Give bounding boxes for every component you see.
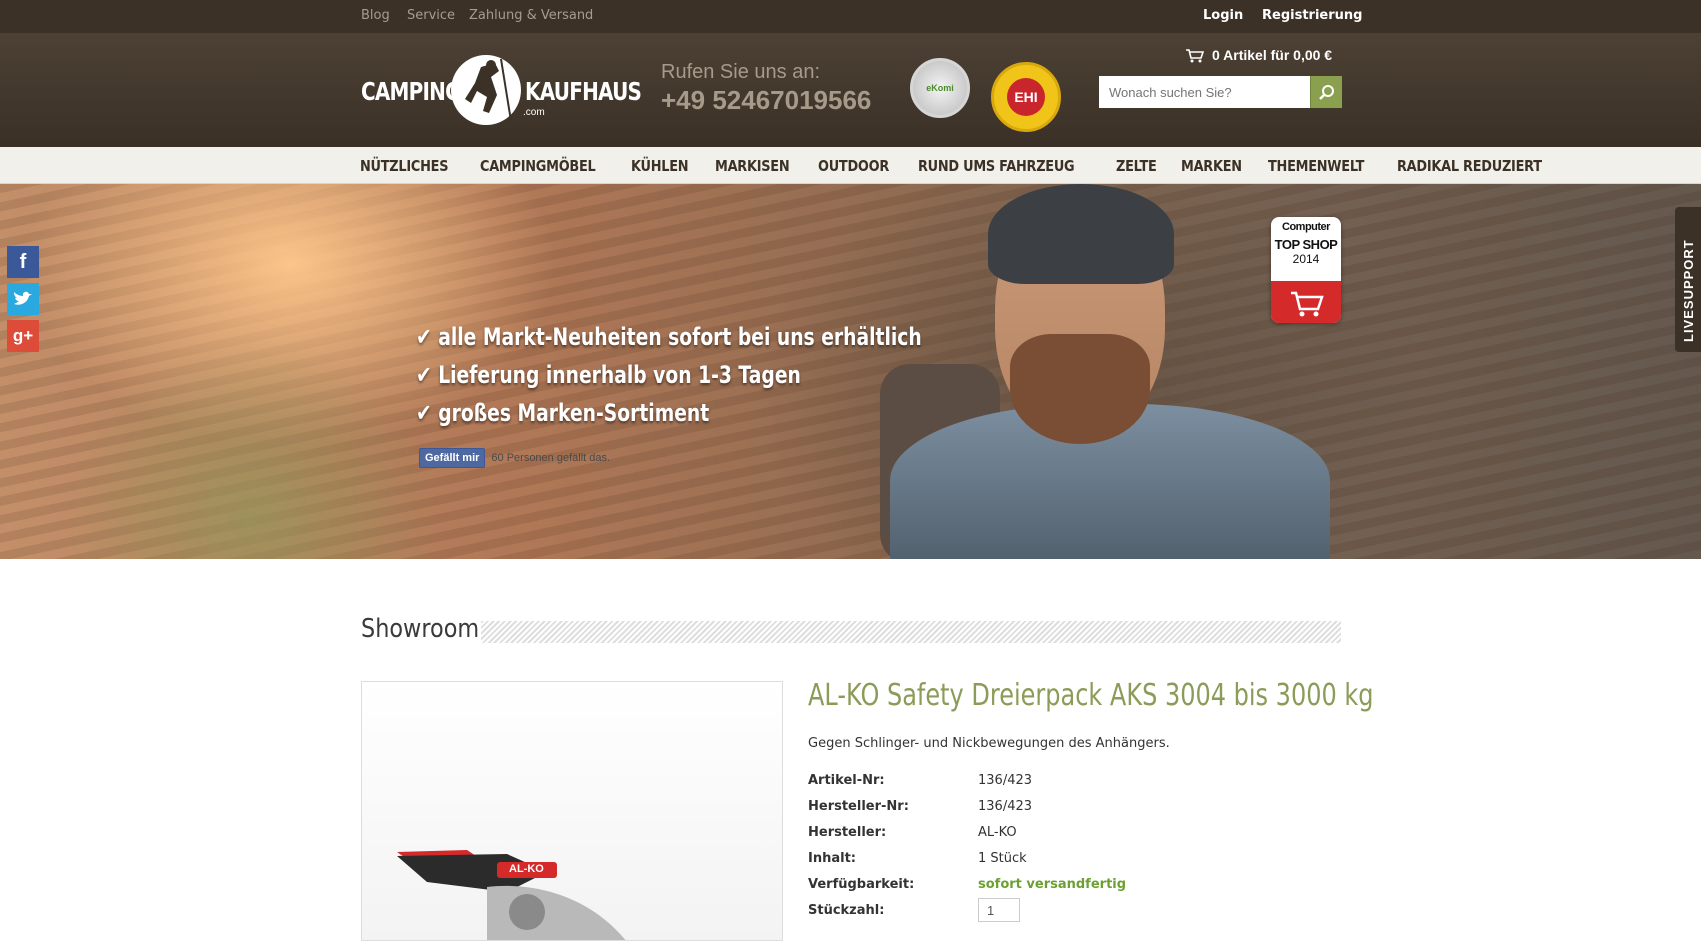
search-button[interactable] (1310, 76, 1342, 108)
spec-row: Verfügbarkeit: sofort versandfertig (808, 871, 1126, 897)
twitter-icon[interactable] (7, 283, 39, 315)
shipping-link[interactable]: Zahlung & Versand (469, 8, 593, 23)
ehi-badge[interactable]: EHI (991, 62, 1061, 132)
search-icon (1318, 85, 1334, 100)
nav-item-kuehlen[interactable]: KÜHLEN (631, 157, 689, 175)
nav-item-zelte[interactable]: ZELTE (1116, 157, 1157, 175)
phone-label: Rufen Sie uns an: (661, 61, 820, 83)
nav-item-themenwelt[interactable]: THEMENWELT (1268, 157, 1364, 175)
topshop-year: 2014 (1292, 252, 1320, 266)
livesupport-tab[interactable]: LIVESUPPORT (1675, 207, 1701, 352)
ehi-label: EHI (1007, 78, 1045, 116)
nav-item-marken[interactable]: MARKEN (1181, 157, 1242, 175)
quantity-input[interactable] (978, 898, 1020, 922)
login-link[interactable]: Login (1203, 8, 1243, 23)
spec-label: Verfügbarkeit: (808, 876, 915, 892)
ekomi-label: eKomi (926, 83, 954, 93)
topshop-brand: Computer (1282, 221, 1330, 233)
spec-value: AL-KO (978, 824, 1017, 840)
cart-icon (1186, 48, 1205, 62)
topshop-title: TOP SHOP (1274, 237, 1338, 252)
product-image[interactable]: AL-KO (361, 681, 783, 941)
facebook-icon[interactable]: f (7, 246, 39, 278)
hero-feature: ✔ Lieferung innerhalb von 1-3 Tagen (416, 361, 801, 389)
spec-label: Hersteller-Nr: (808, 798, 909, 814)
spec-label: Artikel-Nr: (808, 772, 885, 788)
spec-value: 136/423 (978, 772, 1033, 788)
hero-feature-text: großes Marken-Sortiment (438, 399, 710, 427)
shopping-cart-icon (1271, 281, 1341, 323)
livesupport-label: LIVESUPPORT (1681, 239, 1696, 342)
main-nav: NÜTZLICHES CAMPINGMÖBEL KÜHLEN MARKISEN … (0, 147, 1701, 184)
facebook-like-count: 60 Personen gefällt das. (491, 452, 611, 464)
top-bar: Blog Service Zahlung & Versand Login Reg… (0, 0, 1701, 33)
hero-bush (60, 334, 440, 559)
google-plus-icon[interactable]: g+ (7, 320, 39, 352)
nav-item-rund-ums-fahrzeug[interactable]: RUND UMS FAHRZEUG (918, 157, 1075, 175)
logo[interactable]: CAMPING- KAUFHAUS .com (361, 55, 642, 127)
availability-status: sofort versandfertig (978, 876, 1127, 892)
nav-item-outdoor[interactable]: OUTDOOR (818, 157, 889, 175)
hero-feature-list: ✔ alle Markt-Neuheiten sofort bei uns er… (416, 318, 1064, 432)
spec-label: Hersteller: (808, 824, 887, 840)
spec-row: Stückzahl: (808, 897, 1126, 923)
coupler-brand: AL-KO (509, 863, 544, 875)
spec-table: Artikel-Nr: 136/423 Hersteller-Nr: 136/4… (808, 767, 1126, 923)
spec-row: Inhalt: 1 Stück (808, 845, 1126, 871)
nav-item-campingmoebel[interactable]: CAMPINGMÖBEL (480, 157, 596, 175)
spec-row: Hersteller-Nr: 136/423 (808, 793, 1126, 819)
cart[interactable]: 0 Artikel für 0,00 € (1186, 47, 1332, 63)
service-link[interactable]: Service (407, 8, 455, 23)
spec-value: 1 Stück (978, 850, 1027, 866)
section-title: Showroom (361, 614, 480, 644)
spec-label: Inhalt: (808, 850, 856, 866)
spec-value: 136/423 (978, 798, 1033, 814)
register-link[interactable]: Registrierung (1262, 8, 1362, 23)
section-divider (481, 621, 1341, 643)
facebook-like-label: Gefällt mir (425, 452, 480, 464)
hero-feature: ✔ großes Marken-Sortiment (416, 399, 710, 427)
cart-summary: 0 Artikel für 0,00 € (1212, 47, 1333, 63)
spec-row: Artikel-Nr: 136/423 (808, 767, 1126, 793)
product-title: AL-KO Safety Dreierpack AKS 3004 bis 300… (808, 678, 1374, 713)
hero-feature-text: alle Markt-Neuheiten sofort bei uns erhä… (438, 323, 922, 351)
topshop-badge[interactable]: Computer TOP SHOP 2014 (1271, 217, 1341, 323)
facebook-like: Gefällt mir 60 Personen gefällt das. (419, 448, 610, 468)
nav-item-markisen[interactable]: MARKISEN (715, 157, 790, 175)
coupler-image: AL-KO (387, 832, 637, 940)
phone-number[interactable]: +49 52467019566 (661, 85, 871, 116)
blog-link[interactable]: Blog (361, 8, 390, 23)
hero-feature: ✔ alle Markt-Neuheiten sofort bei uns er… (416, 323, 922, 351)
nav-item-radikal-reduziert[interactable]: RADIKAL REDUZIERT (1397, 157, 1542, 175)
header: CAMPING- KAUFHAUS .com Rufen Sie uns an:… (0, 33, 1701, 147)
spec-row: Hersteller: AL-KO (808, 819, 1126, 845)
search-input[interactable] (1099, 76, 1310, 108)
nav-item-nuetzliches[interactable]: NÜTZLICHES (360, 157, 448, 175)
spec-label: Stückzahl: (808, 902, 885, 918)
logo-word-right: KAUFHAUS (525, 77, 642, 106)
logo-suffix: .com (523, 107, 545, 118)
facebook-like-button[interactable]: Gefällt mir (419, 448, 486, 468)
climber-icon (451, 55, 521, 125)
ekomi-badge[interactable]: eKomi (910, 58, 970, 118)
product-description: Gegen Schlinger- und Nickbewegungen des … (808, 736, 1170, 751)
hero-feature-text: Lieferung innerhalb von 1-3 Tagen (438, 361, 801, 389)
